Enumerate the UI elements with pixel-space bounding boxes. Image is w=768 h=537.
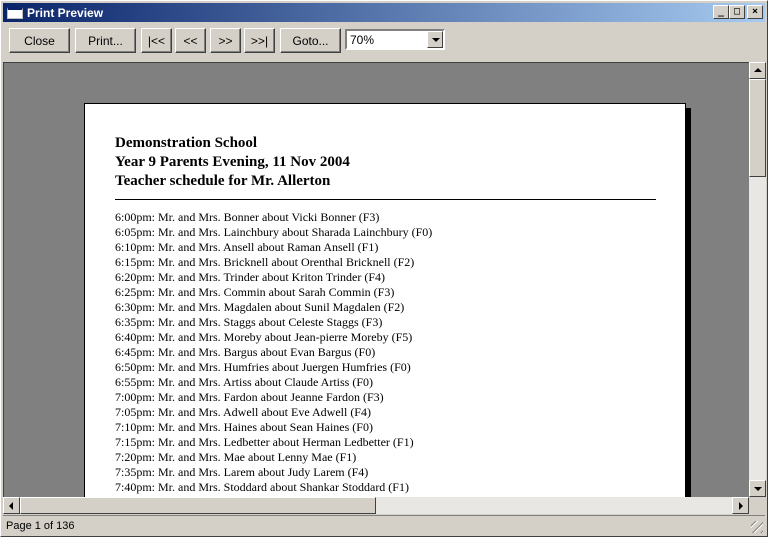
close-icon[interactable]: × [747,5,763,19]
next-page-button[interactable]: >> [210,28,241,53]
vertical-scrollbar[interactable] [749,62,766,497]
appointment-entry: 6:35pm: Mr. and Mrs. Staggs about Celest… [115,315,383,329]
zoom-value: 70% [350,33,375,47]
school-name: Demonstration School [115,135,258,151]
resize-grip-icon[interactable] [751,521,763,533]
appointment-entry: 7:00pm: Mr. and Mrs. Fardon about Jeanne… [115,390,384,404]
page-indicator: Page 1 of 136 [6,520,75,532]
print-preview-window: Print Preview _ □ × Close Print... |<< <… [0,0,768,537]
appointment-entry: 7:20pm: Mr. and Mrs. Mae about Lenny Mae… [115,450,357,464]
horizontal-scroll-thumb[interactable] [20,497,376,514]
schedule-title: Teacher schedule for Mr. Allerton [115,173,331,189]
title-bar[interactable]: Print Preview _ □ × [3,3,765,22]
appointment-entry: 6:20pm: Mr. and Mrs. Trinder about Krito… [115,270,386,284]
scroll-down-icon[interactable] [749,480,766,497]
previous-page-button[interactable]: << [175,28,206,53]
window-icon [7,6,23,19]
appointment-entry: 7:05pm: Mr. and Mrs. Adwell about Eve Ad… [115,405,371,419]
appointment-entry: 6:45pm: Mr. and Mrs. Bargus about Evan B… [115,345,376,359]
appointment-entry: 6:25pm: Mr. and Mrs. Commin about Sarah … [115,285,395,299]
preview-area[interactable]: Demonstration School Year 9 Parents Even… [3,62,749,497]
first-page-button[interactable]: |<< [141,28,172,53]
appointment-entry: 6:55pm: Mr. and Mrs. Artiss about Claude… [115,375,373,389]
appointment-entry: 6:00pm: Mr. and Mrs. Bonner about Vicki … [115,210,380,224]
close-button[interactable]: Close [9,28,70,53]
appointment-entry: 6:40pm: Mr. and Mrs. Moreby about Jean-p… [115,330,413,344]
window-title: Print Preview [27,5,104,20]
last-page-button[interactable]: >>| [244,28,275,53]
scroll-up-icon[interactable] [749,62,766,79]
scrollbar-corner [749,497,766,514]
horizontal-scrollbar[interactable] [3,497,749,514]
print-button[interactable]: Print... [75,28,136,53]
maximize-icon[interactable]: □ [729,5,745,19]
chevron-down-icon[interactable] [427,31,443,48]
appointment-entry: 7:15pm: Mr. and Mrs. Ledbetter about Her… [115,435,414,449]
goto-button[interactable]: Goto... [280,28,341,53]
appointment-entry: 6:50pm: Mr. and Mrs. Humfries about Juer… [115,360,411,374]
appointment-entry: 7:35pm: Mr. and Mrs. Larem about Judy La… [115,465,369,479]
document-page: Demonstration School Year 9 Parents Even… [84,103,686,497]
appointment-entry: 7:40pm: Mr. and Mrs. Stoddard about Shan… [115,480,409,494]
scroll-right-icon[interactable] [732,497,749,514]
toolbar: Close Print... |<< << >> >>| Goto... 70% [3,25,765,57]
event-title: Year 9 Parents Evening, 11 Nov 2004 [115,154,350,170]
appointment-entry: 6:05pm: Mr. and Mrs. Lainchbury about Sh… [115,225,433,239]
status-bar: Page 1 of 136 [3,515,765,535]
appointment-entry: 7:10pm: Mr. and Mrs. Haines about Sean H… [115,420,373,434]
minimize-icon[interactable]: _ [713,5,729,19]
scroll-left-icon[interactable] [3,497,20,514]
appointment-entry: 6:15pm: Mr. and Mrs. Bricknell about Ore… [115,255,415,269]
appointment-entry: 6:30pm: Mr. and Mrs. Magdalen about Suni… [115,300,405,314]
appointment-entry: 6:10pm: Mr. and Mrs. Ansell about Raman … [115,240,379,254]
divider [115,199,656,200]
appointment-list: 6:00pm: Mr. and Mrs. Bonner about Vicki … [115,210,655,495]
zoom-select[interactable]: 70% [345,29,445,50]
vertical-scroll-thumb[interactable] [749,79,766,177]
